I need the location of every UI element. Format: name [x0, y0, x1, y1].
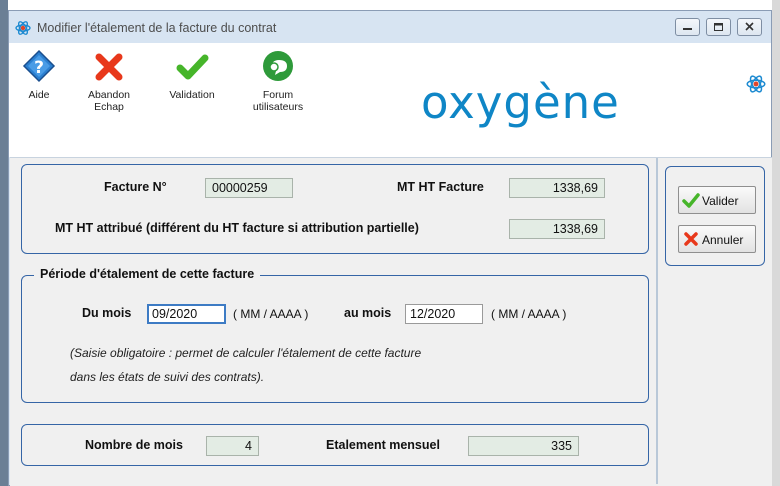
invoice-number-label: Facture N° [104, 180, 167, 194]
mt-ht-attribue-label: MT HT attribué (différent du HT facture … [55, 221, 419, 235]
forum-label: Forum [262, 89, 294, 101]
from-month-input[interactable]: 09/2020 [147, 304, 226, 324]
maximize-button[interactable] [706, 18, 731, 36]
maximize-icon [714, 23, 723, 31]
dialog-window: Modifier l'étalement de la facture du co… [8, 10, 772, 486]
oxygene-logo: oxygène [421, 76, 620, 129]
close-icon [745, 22, 754, 31]
abandon-button[interactable]: Abandon Echap [79, 49, 139, 113]
minimize-button[interactable] [675, 18, 700, 36]
cancel-button[interactable]: Annuler [678, 225, 756, 253]
validate-button[interactable]: Valider [678, 186, 756, 214]
forum-button[interactable]: Forum utilisateurs [243, 49, 313, 113]
mt-ht-facture-label: MT HT Facture [397, 180, 484, 194]
logo-atom-icon [746, 75, 766, 93]
toolbar: ? Aide Abandon Echap Validation Forum ut… [9, 43, 771, 157]
abandon-shortcut-label: Echap [94, 101, 124, 113]
period-legend: Période d'étalement de cette facture [34, 267, 261, 281]
period-note-line2: dans les états de suivi des contrats). [70, 370, 265, 384]
red-x-icon [95, 53, 123, 81]
green-check-icon [176, 54, 209, 80]
svg-text:?: ? [34, 58, 44, 78]
title-bar[interactable]: Modifier l'étalement de la facture du co… [9, 11, 771, 43]
mt-ht-facture-field: 1338,69 [509, 178, 605, 198]
minimize-icon [683, 28, 692, 30]
months-count-field: 4 [206, 436, 259, 456]
abandon-label: Abandon [87, 89, 131, 101]
invoice-amounts-frame: Facture N° 00000259 MT HT Facture 1338,6… [21, 164, 649, 254]
background-window-edge [0, 0, 8, 486]
help-icon: ? [22, 49, 56, 83]
from-month-label: Du mois [82, 306, 132, 320]
summary-frame: Nombre de mois 4 Etalement mensuel 335 [21, 424, 649, 466]
invoice-number-field: 00000259 [205, 178, 293, 198]
months-count-label: Nombre de mois [85, 438, 183, 452]
to-month-format: ( MM / AAAA ) [491, 307, 567, 321]
window-title: Modifier l'étalement de la facture du co… [37, 21, 277, 35]
background-window-edge-right [772, 0, 780, 486]
to-month-input[interactable]: 12/2020 [405, 304, 483, 324]
red-x-icon [684, 232, 698, 246]
action-frame: Valider Annuler [665, 166, 765, 266]
main-panel: Facture N° 00000259 MT HT Facture 1338,6… [10, 158, 655, 484]
action-panel: Valider Annuler [656, 158, 773, 484]
green-check-icon [682, 193, 700, 208]
close-button[interactable] [737, 18, 762, 36]
mt-ht-attribue-field: 1338,69 [509, 219, 605, 239]
period-note-line1: (Saisie obligatoire : permet de calculer… [70, 346, 422, 360]
help-button[interactable]: ? Aide [19, 49, 59, 101]
dialog-content: Facture N° 00000259 MT HT Facture 1338,6… [10, 157, 772, 486]
from-month-format: ( MM / AAAA ) [233, 307, 309, 321]
help-label: Aide [28, 89, 50, 101]
validate-label: Valider [702, 194, 739, 208]
forum-bubble-icon [263, 51, 293, 81]
validation-button[interactable]: Validation [161, 49, 223, 101]
to-month-label: au mois [344, 306, 392, 320]
app-atom-icon [15, 21, 31, 35]
monthly-spread-field: 335 [468, 436, 579, 456]
forum-label-line2: utilisateurs [252, 101, 304, 113]
cancel-label: Annuler [702, 233, 744, 247]
monthly-spread-label: Etalement mensuel [326, 438, 440, 452]
period-frame: Période d'étalement de cette facture Du … [21, 267, 649, 403]
validation-label: Validation [169, 89, 215, 101]
